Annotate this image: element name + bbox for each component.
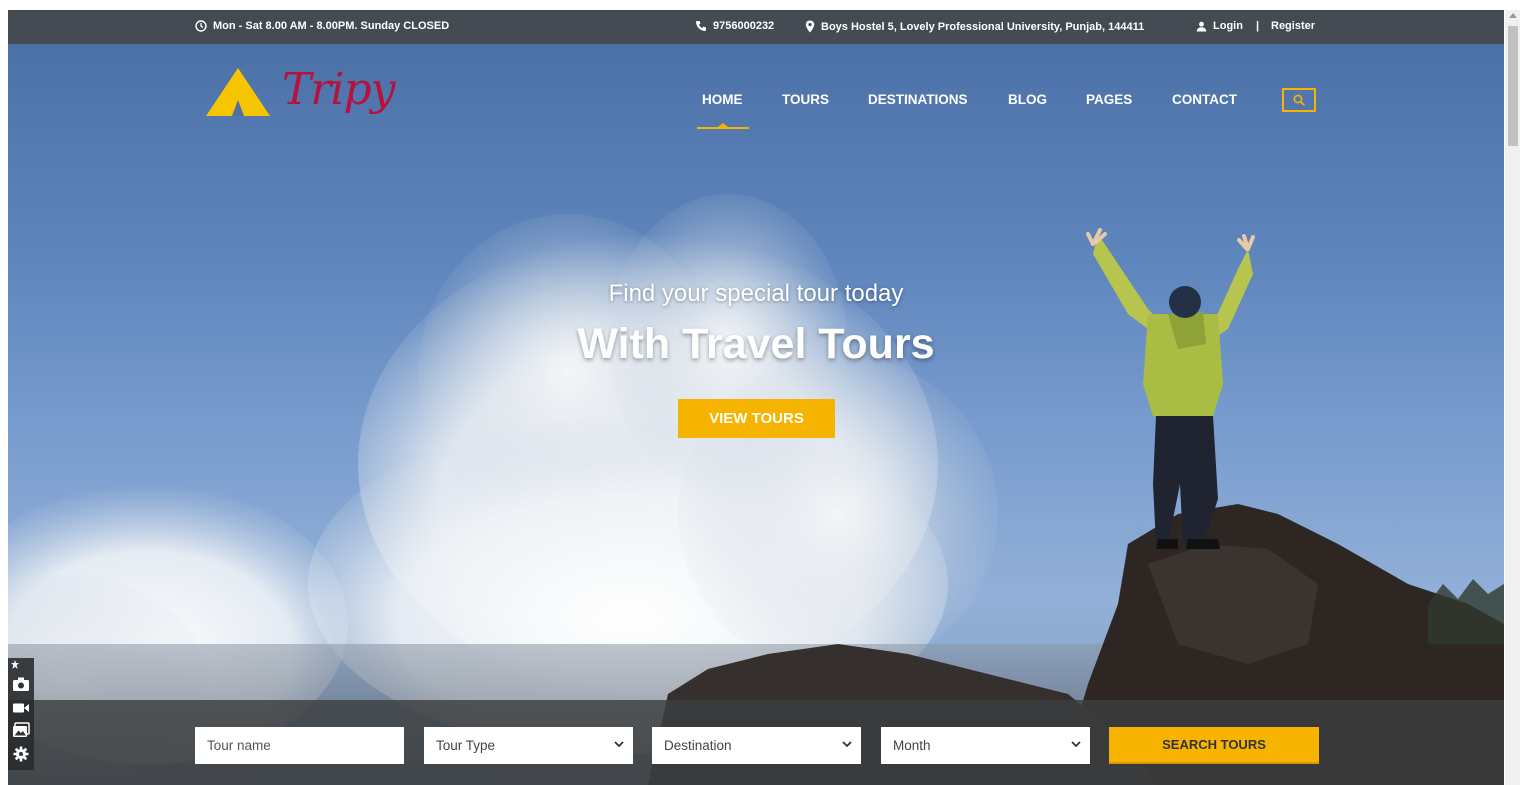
month-select[interactable]: Month — [881, 727, 1090, 764]
chevron-down-icon — [1071, 741, 1081, 748]
nav-home[interactable]: HOME — [702, 92, 743, 107]
phone[interactable]: 9756000232 — [695, 20, 774, 32]
phone-number: 9756000232 — [713, 20, 775, 32]
brand-name[interactable]: Tripy — [282, 64, 395, 115]
gallery-icon[interactable] — [12, 722, 30, 738]
business-hours-text: Mon - Sat 8.00 AM - 8.00PM. Sunday CLOSE… — [213, 20, 450, 32]
header-search-button[interactable] — [1282, 88, 1316, 112]
address-text: Boys Hostel 5, Lovely Professional Unive… — [821, 20, 1145, 33]
user-icon — [1196, 21, 1207, 31]
clock-icon — [195, 20, 207, 32]
top-info-bar: Mon - Sat 8.00 AM - 8.00PM. Sunday CLOSE… — [8, 10, 1504, 44]
separator: | — [1256, 20, 1260, 32]
destination-select[interactable]: Destination — [652, 727, 861, 764]
login-link[interactable]: Login — [1196, 20, 1243, 32]
month-value: Month — [893, 738, 931, 753]
search-tours-button[interactable]: SEARCH TOURS — [1109, 727, 1319, 764]
hiker-figure — [1086, 228, 1255, 549]
camera-icon[interactable] — [12, 676, 30, 692]
video-icon[interactable] — [12, 700, 30, 716]
phone-icon — [696, 21, 706, 31]
chevron-down-icon — [842, 741, 852, 748]
nav-tours[interactable]: TOURS — [782, 92, 829, 107]
tour-type-value: Tour Type — [436, 738, 496, 753]
nav-active-caret — [718, 123, 728, 127]
search-icon — [1293, 94, 1305, 106]
tour-type-select[interactable]: Tour Type — [424, 727, 633, 764]
capture-toolbar — [8, 658, 34, 770]
hero-subtitle: Find your special tour today — [608, 280, 904, 307]
nav-pages[interactable]: PAGES — [1086, 92, 1132, 107]
nav-contact[interactable]: CONTACT — [1172, 92, 1237, 107]
login-label: Login — [1213, 20, 1243, 32]
chevron-down-icon — [614, 741, 624, 748]
pin-icon[interactable] — [10, 660, 20, 670]
scrollbar-thumb[interactable] — [1508, 26, 1518, 146]
map-pin-icon — [805, 20, 815, 33]
tour-name-input[interactable] — [207, 738, 404, 753]
nav-blog[interactable]: BLOG — [1008, 92, 1047, 107]
view-tours-button[interactable]: VIEW TOURS — [678, 399, 835, 438]
hero-title: With Travel Tours — [577, 320, 935, 368]
tour-name-field[interactable] — [195, 727, 404, 764]
nav-destinations[interactable]: DESTINATIONS — [868, 92, 968, 107]
destination-value: Destination — [664, 738, 732, 753]
nav-active-indicator — [697, 127, 749, 129]
gear-icon[interactable] — [12, 746, 30, 762]
scroll-up-arrow-icon[interactable] — [1509, 13, 1517, 18]
page: Mon - Sat 8.00 AM - 8.00PM. Sunday CLOSE… — [0, 0, 1520, 785]
business-hours: Mon - Sat 8.00 AM - 8.00PM. Sunday CLOSE… — [195, 20, 449, 32]
register-link[interactable]: Register — [1271, 20, 1315, 32]
address: Boys Hostel 5, Lovely Professional Unive… — [805, 20, 1144, 33]
